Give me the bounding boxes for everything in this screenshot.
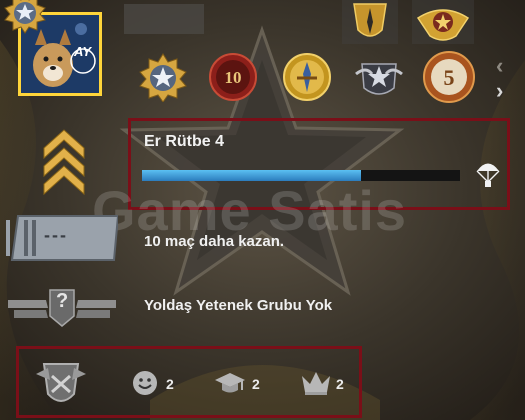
grad-cap-icon[interactable] (214, 370, 246, 401)
chevron-up-icon[interactable]: ‹ (496, 55, 503, 77)
crown-icon[interactable] (300, 368, 332, 401)
player-name-blurred (124, 4, 204, 34)
medal-5-label: 5 (444, 65, 455, 90)
commend-teacher-count: 2 (252, 376, 260, 392)
medal-dagger-icon[interactable] (282, 52, 332, 102)
commend-friendly-count: 2 (166, 376, 174, 392)
avatar-initials: AY (74, 44, 92, 59)
medal-10-label: 10 (225, 68, 242, 87)
medal-slot-top-1[interactable] (342, 0, 398, 44)
commend-leader-count: 2 (336, 376, 344, 392)
smiley-icon[interactable] (132, 370, 158, 401)
coin-star-icon[interactable] (4, 0, 46, 34)
medal-dagger-gold-icon (353, 3, 387, 37)
medal-5-icon[interactable]: 5 (422, 50, 476, 104)
chevron-right-icon[interactable]: › (496, 80, 503, 102)
rank-chevron-icon (40, 122, 88, 207)
wins-needed-text: 10 maç daha kazan. (144, 233, 285, 250)
medal-eagle-gold-icon (416, 9, 470, 41)
wingman-badge-text: --- (44, 225, 68, 245)
skill-unknown-text: ? (56, 290, 69, 312)
medal-10-icon[interactable]: 10 (208, 52, 258, 102)
medal-slot-top-2[interactable] (412, 0, 474, 44)
rank-name: Er Rütbe 4 (144, 133, 225, 150)
medal-eagle-icon[interactable] (354, 52, 404, 102)
medal-star-icon[interactable] (138, 52, 188, 103)
skill-group-text: Yoldaş Yetenek Grubu Yok (144, 297, 333, 314)
squad-crest-icon[interactable] (34, 358, 88, 415)
parachute-icon[interactable] (476, 160, 500, 193)
